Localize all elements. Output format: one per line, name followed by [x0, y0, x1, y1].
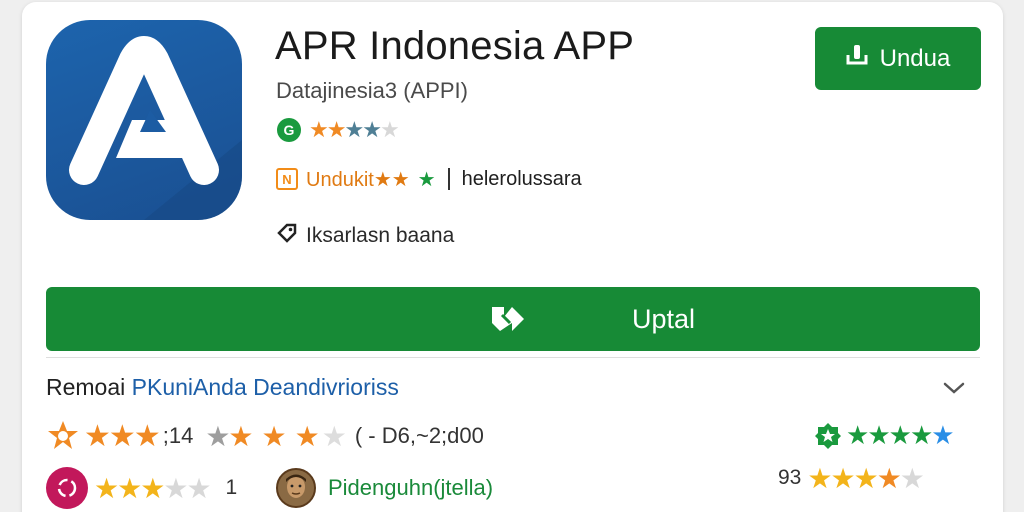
tag-label[interactable]: Undukit★★	[306, 167, 410, 192]
reviews-section-title: Remoai PKuniAnda Deandivrioriss	[46, 374, 399, 401]
star-icon: ★	[133, 418, 161, 454]
rating-right-a: ★ ★ ★ ★ ★	[814, 420, 955, 452]
install-button-label: Undua	[879, 44, 951, 72]
star-icon: ★	[344, 117, 364, 143]
star-icon: ★	[931, 421, 954, 451]
section-title-prefix: Remoai	[46, 374, 132, 400]
separator	[447, 168, 450, 190]
section-title-link[interactable]: PKuniAnda Deandivrioriss	[132, 374, 399, 400]
star-icon: ★	[84, 418, 111, 454]
chevron-down-icon[interactable]	[940, 376, 968, 400]
developer-label[interactable]: Iksarlasn baana	[306, 224, 454, 248]
star-icon: ★	[807, 461, 832, 495]
install-button[interactable]: Undua	[815, 27, 981, 90]
app-title: APR Indonesia APP	[275, 24, 635, 68]
tag-icon	[276, 222, 298, 250]
star-icon: ★	[846, 421, 869, 451]
star-rating: ★ ★ ★ ★ ★	[807, 461, 925, 495]
star-icon: ★	[326, 117, 347, 143]
review-range: ( - D6,~2;d00	[354, 423, 484, 448]
star-icon: ★	[294, 419, 320, 453]
star-rating: ★ ★ ★	[84, 418, 161, 454]
update-button[interactable]: Uptal	[46, 287, 980, 351]
update-button-label: Uptal	[632, 304, 696, 334]
reviewer-name[interactable]: Pidenguhn(jtella)	[328, 475, 493, 501]
badge-star-icon	[46, 419, 80, 453]
developer-row: Iksarlasn baana	[276, 222, 454, 250]
star-icon: ★	[117, 471, 142, 505]
star-icon: ★	[830, 461, 855, 495]
divider	[46, 357, 980, 358]
star-icon: ★	[379, 117, 400, 143]
star-icon: ★	[108, 418, 136, 454]
star-icon: ★	[909, 421, 933, 451]
star-rating: ★ ★ ★ ★ ★	[205, 419, 347, 453]
rating-badge-icon: G	[277, 118, 301, 142]
tag-row: N Undukit★★ ★ helerolussara	[276, 165, 582, 193]
rating-row: G ★ ★ ★ ★ ★	[277, 116, 400, 144]
star-icon: ★	[867, 421, 890, 451]
app-category[interactable]: helerolussara	[462, 168, 582, 191]
star-icon: ★	[186, 471, 211, 505]
reviewer: Pidenguhn(jtella)	[276, 468, 493, 508]
rating-count: 93	[778, 466, 802, 489]
app-publisher[interactable]: Dataji­nesia3 (APPI)	[276, 78, 468, 104]
tag-badge-icon: N	[276, 168, 298, 190]
star-icon: ★	[309, 117, 329, 143]
star-rating: ★ ★ ★ ★ ★	[846, 421, 955, 451]
star-icon: ★	[417, 167, 436, 191]
rating-right-b: 93 ★ ★ ★ ★ ★	[778, 461, 925, 495]
app-logo-icon[interactable]	[46, 20, 242, 220]
star-icon: ★	[888, 421, 912, 451]
star-icon: ★	[853, 461, 879, 495]
star-rating: ★ ★ ★ ★ ★	[309, 117, 400, 143]
review-summary-row: ★ ★ ★ ;14 ★ ★ ★ ★ ★ ( - D6,~2;d00	[46, 418, 484, 454]
star-icon: ★	[362, 117, 382, 143]
star-icon: ★	[94, 471, 119, 505]
star-rating: ★ ★ ★ ★ ★	[94, 471, 212, 505]
star-icon: ★	[140, 471, 165, 505]
star-icon: ★	[899, 461, 925, 495]
review-count: ;14	[162, 423, 194, 448]
verified-badge-icon	[814, 422, 842, 450]
star-icon: ★	[228, 419, 253, 453]
star-icon: ★	[163, 471, 188, 505]
download-icon	[846, 43, 868, 74]
star-icon: ★	[321, 419, 347, 453]
update-icon	[488, 303, 528, 340]
star-icon: ★	[261, 419, 287, 453]
avatar[interactable]	[276, 468, 316, 508]
rating-value: 1	[225, 476, 238, 499]
avatar[interactable]	[46, 467, 88, 509]
review-row: ★ ★ ★ ★ ★ 1	[46, 467, 238, 509]
star-icon: ★	[205, 419, 230, 453]
star-icon: ★	[876, 461, 902, 495]
